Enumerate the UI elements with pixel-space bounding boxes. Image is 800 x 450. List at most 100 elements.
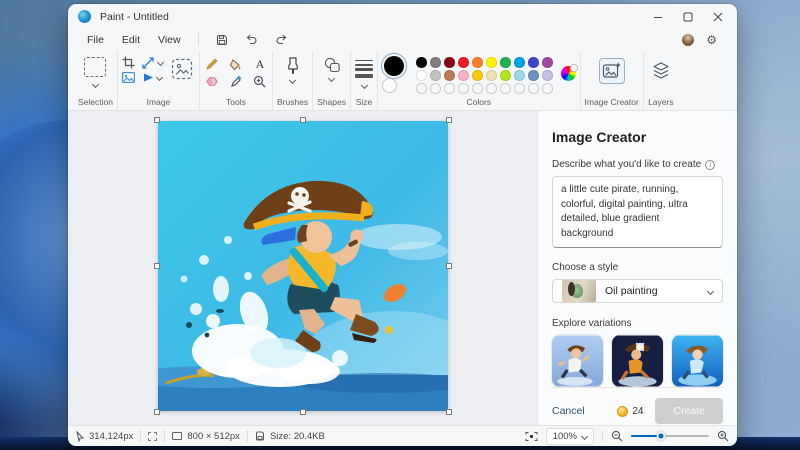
edit-colors-button[interactable] [561,66,576,81]
color-swatch[interactable] [542,57,553,68]
style-dropdown[interactable]: Oil painting [552,279,723,303]
menu-view[interactable]: View [149,32,190,48]
chevron-down-icon[interactable] [92,81,99,88]
color-swatch[interactable] [500,57,511,68]
resize-handle[interactable] [446,409,452,415]
cancel-button[interactable]: Cancel [552,405,585,417]
color-swatch[interactable] [528,57,539,68]
color-swatch[interactable] [514,70,525,81]
line-size-icon [355,60,373,78]
color-swatch[interactable] [430,70,441,81]
text-tool[interactable]: A [252,57,268,72]
selection-group[interactable]: Selection [74,51,117,110]
fill-tool[interactable] [228,57,244,72]
settings-gear-icon[interactable]: ⚙ [706,34,717,46]
primary-color-swatch[interactable] [384,56,404,76]
color-swatch[interactable] [444,57,455,68]
image-creator-icon [602,61,622,81]
resize-handle[interactable] [154,263,160,269]
style-label: Choose a style [552,262,723,273]
color-swatch[interactable] [486,70,497,81]
eyedropper-tool[interactable] [228,75,244,88]
color-swatch[interactable] [542,70,553,81]
color-swatch[interactable] [486,57,497,68]
color-swatch[interactable] [416,70,427,81]
zoom-out-icon[interactable] [611,430,623,442]
crop-button[interactable] [122,56,135,69]
color-swatch[interactable] [500,70,511,81]
empty-color-slot[interactable] [472,83,483,94]
resize-handle[interactable] [446,263,452,269]
empty-color-slot[interactable] [500,83,511,94]
fit-to-screen-icon[interactable] [525,431,538,442]
account-avatar[interactable] [682,34,694,46]
empty-color-slot[interactable] [416,83,427,94]
color-swatch[interactable] [458,70,469,81]
variation-thumbnail-1[interactable] [552,335,603,387]
chevron-down-icon[interactable] [157,59,164,66]
selection-size-indicator [148,432,157,441]
brushes-group[interactable]: Brushes [272,51,312,110]
create-button[interactable]: Create [655,398,723,424]
chevron-down-icon[interactable] [156,74,163,81]
resize-button[interactable] [142,57,163,69]
info-icon[interactable]: i [705,160,715,170]
layers-button[interactable] [648,58,674,84]
canvas[interactable] [158,121,448,411]
resize-handle[interactable] [154,117,160,123]
eraser-tool[interactable] [204,75,220,88]
chevron-down-icon[interactable] [289,77,296,84]
color-swatch[interactable] [528,70,539,81]
empty-color-slot[interactable] [486,83,497,94]
chevron-down-icon [707,287,714,294]
resize-handle[interactable] [446,117,452,123]
variation-thumbnail-3[interactable] [672,335,723,387]
color-swatch[interactable] [444,70,455,81]
prompt-input[interactable]: a little cute pirate, running, colorful,… [552,176,723,248]
resize-handle[interactable] [154,409,160,415]
pencil-tool[interactable] [204,57,220,72]
menu-edit[interactable]: Edit [113,32,149,48]
color-swatch[interactable] [472,70,483,81]
variation-thumbnail-2[interactable] [612,335,663,387]
color-swatch[interactable] [458,57,469,68]
rotate-flip-button[interactable] [142,72,163,83]
image-creator-button[interactable] [599,58,625,84]
shapes-group[interactable]: Shapes [312,51,350,110]
title-bar: Paint - Untitled [68,4,737,29]
undo-button[interactable] [240,31,264,48]
empty-color-slot[interactable] [458,83,469,94]
empty-color-slot[interactable] [444,83,455,94]
menu-bar: File Edit View ⚙ [68,29,737,50]
close-button[interactable] [703,6,733,28]
empty-color-slot[interactable] [514,83,525,94]
save-button[interactable] [210,31,234,48]
chevron-down-icon[interactable] [328,75,335,82]
maximize-button[interactable] [673,6,703,28]
empty-color-slot[interactable] [528,83,539,94]
redo-button[interactable] [270,31,294,48]
cursor-position-indicator: 314,124px [76,431,133,442]
color-swatch[interactable] [430,57,441,68]
color-swatch[interactable] [416,57,427,68]
empty-color-slot[interactable] [542,83,553,94]
remove-background-button[interactable] [169,56,195,82]
ribbon-toolbar: Selection [68,50,737,111]
empty-color-slot[interactable] [430,83,441,94]
zoom-in-icon[interactable] [717,430,729,442]
menu-file[interactable]: File [78,32,113,48]
color-swatch[interactable] [514,57,525,68]
zoom-level-dropdown[interactable]: 100% [546,428,594,445]
picture-button[interactable] [122,72,135,83]
resize-handle[interactable] [300,409,306,415]
zoom-slider[interactable] [631,435,709,438]
zoom-slider-knob[interactable] [656,432,665,441]
chevron-down-icon[interactable] [360,82,367,89]
minimize-button[interactable] [643,6,673,28]
resize-handle[interactable] [300,117,306,123]
secondary-color-swatch[interactable] [382,78,397,93]
size-group[interactable]: Size [350,51,377,110]
prompt-label: Describe what you'd like to create i [552,159,723,170]
magnifier-tool[interactable] [252,75,268,88]
color-swatch[interactable] [472,57,483,68]
